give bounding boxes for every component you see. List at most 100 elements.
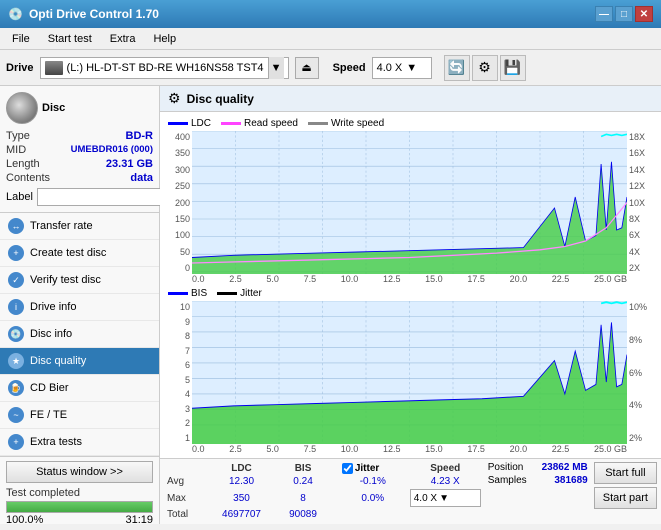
- content-title: Disc quality: [187, 92, 254, 106]
- position-samples: Position 23862 MB Samples 381689: [488, 462, 588, 486]
- progress-time: 31:19: [125, 514, 153, 526]
- stats-max-jitter: 0.0%: [339, 488, 407, 508]
- nav-icon-disc-quality: ★: [8, 353, 24, 369]
- stats-avg-jitter: -0.1%: [339, 475, 407, 488]
- nav-item-fe-te[interactable]: ~ FE / TE: [0, 402, 159, 429]
- chart1-y-left: 400 350 300 250 200 150 100 50 0: [164, 131, 192, 274]
- samples-row: Samples 381689: [488, 475, 588, 486]
- nav-item-verify-test-disc[interactable]: ✓ Verify test disc: [0, 267, 159, 294]
- nav-label-cd-bier: CD Bier: [30, 382, 69, 394]
- nav-item-disc-info[interactable]: 💿 Disc info: [0, 321, 159, 348]
- jitter-checkbox[interactable]: [342, 463, 353, 474]
- nav-label-disc-info: Disc info: [30, 328, 72, 340]
- content-area: ⚙ Disc quality LDC Read speed: [160, 86, 661, 524]
- position-value: 23862 MB: [542, 462, 588, 473]
- menu-start-test[interactable]: Start test: [40, 31, 100, 47]
- content-header-icon: ⚙: [168, 90, 181, 107]
- nav-icon-extra-tests: +: [8, 434, 24, 450]
- nav-icon-cd-bier: 🍺: [8, 380, 24, 396]
- minimize-button[interactable]: —: [595, 6, 613, 22]
- disc-length-value: 23.31 GB: [106, 158, 153, 170]
- legend-write-speed-color: [308, 122, 328, 125]
- disc-label-input[interactable]: [37, 188, 175, 206]
- nav-icon-transfer-rate: ↔: [8, 218, 24, 234]
- nav-items: ↔ Transfer rate + Create test disc ✓ Ver…: [0, 213, 159, 456]
- menu-extra[interactable]: Extra: [102, 31, 144, 47]
- chart2-inner: 10 9 8 7 6 5 4 3 2 1: [164, 301, 657, 444]
- nav-label-extra-tests: Extra tests: [30, 436, 82, 448]
- menu-help[interactable]: Help: [145, 31, 184, 47]
- eject-button[interactable]: ⏏: [295, 57, 319, 79]
- chart2-plot: [192, 301, 627, 444]
- charts-container: LDC Read speed Write speed: [160, 112, 661, 458]
- progress-bar: [6, 501, 153, 513]
- legend-bis-label: BIS: [191, 288, 207, 299]
- stats-max-label: Max: [164, 488, 206, 508]
- titlebar: 💿 Opti Drive Control 1.70 — □ ✕: [0, 0, 661, 28]
- progress-percent: 100.0%: [6, 514, 43, 526]
- nav-icon-create-test-disc: +: [8, 245, 24, 261]
- speed-dropdown-arrow[interactable]: ▼: [406, 62, 417, 74]
- stats-avg-bis: 0.24: [277, 475, 330, 488]
- toolbar-icon-3[interactable]: 💾: [500, 55, 526, 81]
- stats-avg-label: Avg: [164, 475, 206, 488]
- nav-icon-drive-info: i: [8, 299, 24, 315]
- legend-bis-color: [168, 292, 188, 295]
- close-button[interactable]: ✕: [635, 6, 653, 22]
- nav-item-transfer-rate[interactable]: ↔ Transfer rate: [0, 213, 159, 240]
- stats-header-row: LDC BIS Jitter Speed: [164, 462, 484, 475]
- legend-ldc-label: LDC: [191, 118, 211, 129]
- titlebar-controls[interactable]: — □ ✕: [595, 6, 653, 22]
- chart1-legend: LDC Read speed Write speed: [164, 116, 657, 131]
- position-row: Position 23862 MB: [488, 462, 588, 473]
- chart2-svg: [192, 301, 627, 444]
- start-part-button[interactable]: Start part: [594, 487, 657, 509]
- nav-item-cd-bier[interactable]: 🍺 CD Bier: [0, 375, 159, 402]
- disc-mid-row: MID UMEBDR016 (000): [6, 144, 153, 156]
- chart1-x-axis: 0.0 2.5 5.0 7.5 10.0 12.5 15.0 17.5 20.0…: [164, 274, 657, 284]
- drive-dropdown-arrow[interactable]: ▼: [268, 57, 284, 79]
- toolbar-icon-2[interactable]: ⚙: [472, 55, 498, 81]
- content-header: ⚙ Disc quality: [160, 86, 661, 112]
- disc-thumbnail: [6, 92, 38, 124]
- menu-file[interactable]: File: [4, 31, 38, 47]
- legend-write-speed: Write speed: [308, 118, 384, 129]
- start-full-button[interactable]: Start full: [594, 462, 657, 484]
- drive-icon: [45, 61, 63, 75]
- stats-total-bis: 90089: [277, 508, 330, 521]
- nav-item-create-test-disc[interactable]: + Create test disc: [0, 240, 159, 267]
- nav-item-drive-info[interactable]: i Drive info: [0, 294, 159, 321]
- stats-col-bis: BIS: [277, 462, 330, 475]
- chart1-svg: [192, 131, 627, 274]
- stats-total-label: Total: [164, 508, 206, 521]
- disc-section-title: Disc: [42, 102, 65, 114]
- chart1-wrapper: LDC Read speed Write speed: [164, 116, 657, 284]
- status-window-button[interactable]: Status window >>: [6, 461, 153, 483]
- stats-max-row: Max 350 8 0.0% 4.0 X ▼: [164, 488, 484, 508]
- speed-select[interactable]: 4.0 X ▼: [410, 489, 481, 507]
- progress-bar-fill: [7, 502, 152, 512]
- nav-label-fe-te: FE / TE: [30, 409, 67, 421]
- drive-selector[interactable]: (L:) HL-DT-ST BD-RE WH16NS58 TST4 ▼: [40, 57, 289, 79]
- toolbar-icon-1[interactable]: 🔄: [444, 55, 470, 81]
- legend-read-speed-color: [221, 122, 241, 125]
- legend-ldc: LDC: [168, 118, 211, 129]
- disc-type-row: Type BD-R: [6, 130, 153, 142]
- maximize-button[interactable]: □: [615, 6, 633, 22]
- nav-label-disc-quality: Disc quality: [30, 355, 86, 367]
- nav-label-create-test-disc: Create test disc: [30, 247, 106, 259]
- disc-contents-row: Contents data: [6, 172, 153, 184]
- titlebar-title: 💿 Opti Drive Control 1.70: [8, 7, 159, 21]
- nav-item-extra-tests[interactable]: + Extra tests: [0, 429, 159, 456]
- status-section: Status window >> Test completed 100.0% 3…: [0, 456, 159, 530]
- samples-label: Samples: [488, 475, 527, 486]
- legend-read-speed: Read speed: [221, 118, 298, 129]
- disc-label-row: Label ⚙: [6, 188, 153, 206]
- disc-mid-value: UMEBDR016 (000): [71, 144, 153, 156]
- nav-label-transfer-rate: Transfer rate: [30, 220, 93, 232]
- nav-label-verify-test-disc: Verify test disc: [30, 274, 101, 286]
- speed-selector[interactable]: 4.0 X ▼: [372, 57, 432, 79]
- chart1-plot: [192, 131, 627, 274]
- nav-item-disc-quality[interactable]: ★ Disc quality: [0, 348, 159, 375]
- disc-label-text: Label: [6, 191, 33, 203]
